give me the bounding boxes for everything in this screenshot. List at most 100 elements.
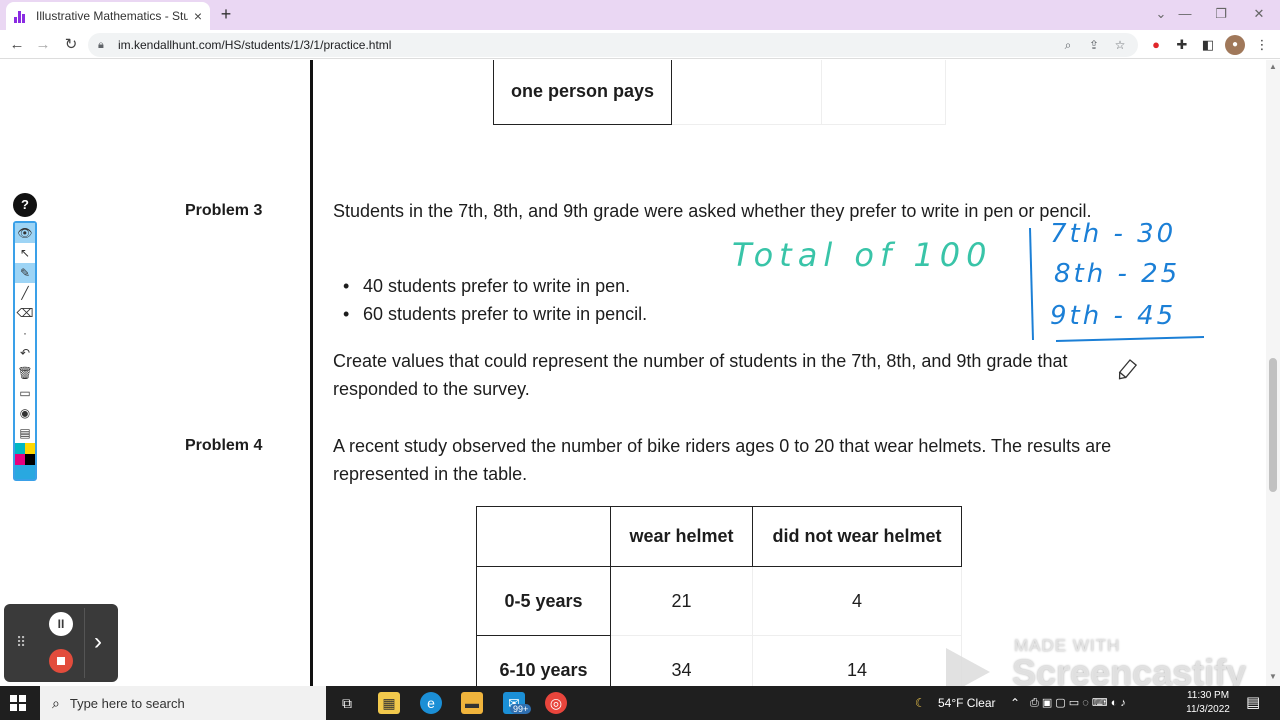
task-view-icon[interactable]: ⧉: [336, 692, 358, 714]
list-item: 40 students prefer to write in pen.: [343, 272, 647, 300]
stop-button[interactable]: [49, 649, 73, 673]
bookmark-star-icon[interactable]: ☆: [1110, 33, 1130, 57]
problem-3-label: Problem 3: [185, 202, 263, 219]
eye-icon[interactable]: 👁︎: [15, 223, 35, 243]
table-cell: 34: [610, 635, 753, 686]
close-window-button[interactable]: ✕: [1244, 4, 1274, 24]
lock-icon: 🔒︎: [98, 38, 104, 51]
page-scrollbar[interactable]: ▲ ▼: [1266, 60, 1280, 686]
table-header-cell: did not wear helmet: [752, 506, 962, 567]
new-tab-button[interactable]: +: [216, 4, 236, 24]
share-icon[interactable]: ⇪: [1084, 33, 1104, 57]
tray-icons[interactable]: ⎙ ▣ ▢ ▭ ◌ ⌨ ◐ ♪: [1030, 686, 1126, 720]
annotation-logo-icon[interactable]: ?: [13, 193, 37, 217]
handwritten-total: Total of 100: [732, 236, 992, 274]
tab-close-icon[interactable]: ×: [194, 8, 202, 24]
table-row: 6-10 years 34 14: [476, 635, 962, 686]
file-explorer-icon[interactable]: ▬: [461, 692, 483, 714]
tab-title: Illustrative Mathematics - Student: [36, 9, 188, 23]
screencastify-extension-icon[interactable]: ●: [1146, 35, 1166, 55]
color-swatch[interactable]: [15, 465, 35, 479]
stop-icon: [57, 657, 65, 665]
extensions-puzzle-icon[interactable]: ✚: [1172, 35, 1192, 55]
line-icon[interactable]: ╱: [15, 283, 35, 303]
browser-tab[interactable]: Illustrative Mathematics - Student ×: [6, 2, 210, 30]
list-item: 60 students prefer to write in pencil.: [343, 300, 647, 328]
table-header-row: wear helmet did not wear helmet: [476, 506, 962, 567]
forward-arrow-icon[interactable]: →: [32, 34, 54, 56]
pause-button[interactable]: II: [49, 612, 73, 636]
table-row: one person pays: [493, 60, 946, 125]
divider-stroke: [1029, 227, 1034, 341]
drag-handle-icon[interactable]: ⠿: [16, 634, 27, 651]
handwritten-line: 9th - 45: [1050, 301, 1176, 331]
scroll-down-arrow-icon[interactable]: ▼: [1268, 672, 1278, 681]
expand-chevron-icon[interactable]: ›: [94, 628, 102, 656]
search-placeholder: Type here to search: [69, 695, 185, 711]
row-label: 0-5 years: [476, 566, 611, 636]
annotation-toolbar: ? 👁︎ ↖ ✎ ╱ ⌫ · ↶ 🗑︎ ▭ ◉ ▤: [13, 193, 37, 483]
show-hidden-icons-icon[interactable]: ⌃: [1010, 686, 1020, 720]
taskbar-clock[interactable]: 11:30 PM 11/3/2022: [1182, 689, 1234, 717]
table-row: 0-5 years 21 4: [476, 566, 962, 636]
reload-icon[interactable]: ↻: [60, 34, 82, 56]
dot-icon[interactable]: ·: [15, 323, 35, 343]
pointer-icon[interactable]: ↖: [15, 243, 35, 263]
color-swatch[interactable]: [25, 454, 35, 465]
camera-icon[interactable]: ◉: [15, 403, 35, 423]
side-panel-icon[interactable]: ◧: [1198, 35, 1218, 55]
color-swatch[interactable]: [15, 454, 25, 465]
menu-kebab-icon[interactable]: ⋮: [1252, 35, 1272, 55]
clock-time: 11:30 PM: [1186, 690, 1230, 701]
page-content: one person pays Problem 3 Students in th…: [0, 60, 1266, 686]
windows-taskbar: ⌕ Type here to search ⧉ ▦ e ▬ ✉ 99+ ◎ ☾ …: [0, 686, 1280, 720]
problem-3-task: Create values that could represent the n…: [333, 351, 1068, 399]
pen-icon[interactable]: ✎: [15, 263, 35, 283]
mail-badge: 99+: [510, 704, 532, 714]
store-icon[interactable]: ▦: [378, 692, 400, 714]
color-swatches: [15, 465, 35, 479]
zoom-icon[interactable]: ⌕: [1058, 33, 1078, 57]
handwritten-line: 8th - 25: [1054, 259, 1180, 289]
table-cell: [671, 60, 822, 125]
problem-3-bullets: 40 students prefer to write in pen. 60 s…: [343, 272, 647, 328]
color-swatch[interactable]: [25, 443, 35, 454]
url-text: im.kendallhunt.com/HS/students/1/3/1/pra…: [118, 38, 392, 52]
search-icon: ⌕: [52, 694, 60, 711]
trash-icon[interactable]: 🗑︎: [15, 363, 35, 383]
minimize-button[interactable]: —: [1170, 4, 1200, 24]
screen: Illustrative Mathematics - Student × + ⌄…: [0, 0, 1280, 720]
table-header-cell: [476, 506, 611, 567]
screen-icon[interactable]: ▭: [15, 383, 35, 403]
problem-4-label: Problem 4: [185, 437, 263, 454]
browser-toolbar: ← → ↻ 🔒︎ im.kendallhunt.com/HS/students/…: [0, 30, 1280, 59]
chrome-icon[interactable]: ◎: [545, 692, 567, 714]
windows-start-icon[interactable]: [10, 695, 26, 711]
clock-date: 11/3/2022: [1186, 704, 1230, 715]
notifications-icon[interactable]: ▤: [1246, 686, 1260, 720]
scrollbar-thumb[interactable]: [1269, 358, 1277, 492]
weather-moon-icon: ☾: [915, 696, 926, 710]
problem-3-intro: Students in the 7th, 8th, and 9th grade …: [333, 201, 1092, 221]
taskbar-search-box[interactable]: ⌕ Type here to search: [40, 686, 326, 720]
problem-4-intro: A recent study observed the number of bi…: [333, 436, 1112, 484]
undo-icon[interactable]: ↶: [15, 343, 35, 363]
annotation-tools: 👁︎ ↖ ✎ ╱ ⌫ · ↶ 🗑︎ ▭ ◉ ▤: [13, 221, 37, 481]
screencastify-watermark: MADE WITH Screencastify: [946, 634, 1266, 696]
recording-controls: ⠿ II ›: [4, 604, 118, 682]
address-bar[interactable]: 🔒︎ im.kendallhunt.com/HS/students/1/3/1/…: [88, 33, 1138, 57]
row-label: 6-10 years: [476, 635, 611, 686]
profile-avatar[interactable]: ●: [1225, 35, 1245, 55]
table-cell: 4: [752, 566, 962, 636]
underline-stroke: [1055, 336, 1205, 342]
scroll-up-arrow-icon[interactable]: ▲: [1268, 62, 1278, 71]
eraser-icon[interactable]: ⌫: [15, 303, 35, 323]
weather-text[interactable]: 54°F Clear: [938, 686, 996, 720]
back-arrow-icon[interactable]: ←: [6, 34, 28, 56]
tab-strip: Illustrative Mathematics - Student × + ⌄…: [0, 0, 1280, 30]
table-cell: 14: [752, 635, 962, 686]
clipboard-icon[interactable]: ▤: [15, 423, 35, 443]
color-swatch[interactable]: [15, 443, 25, 454]
restore-button[interactable]: ❐: [1206, 4, 1236, 24]
edge-icon[interactable]: e: [420, 692, 442, 714]
